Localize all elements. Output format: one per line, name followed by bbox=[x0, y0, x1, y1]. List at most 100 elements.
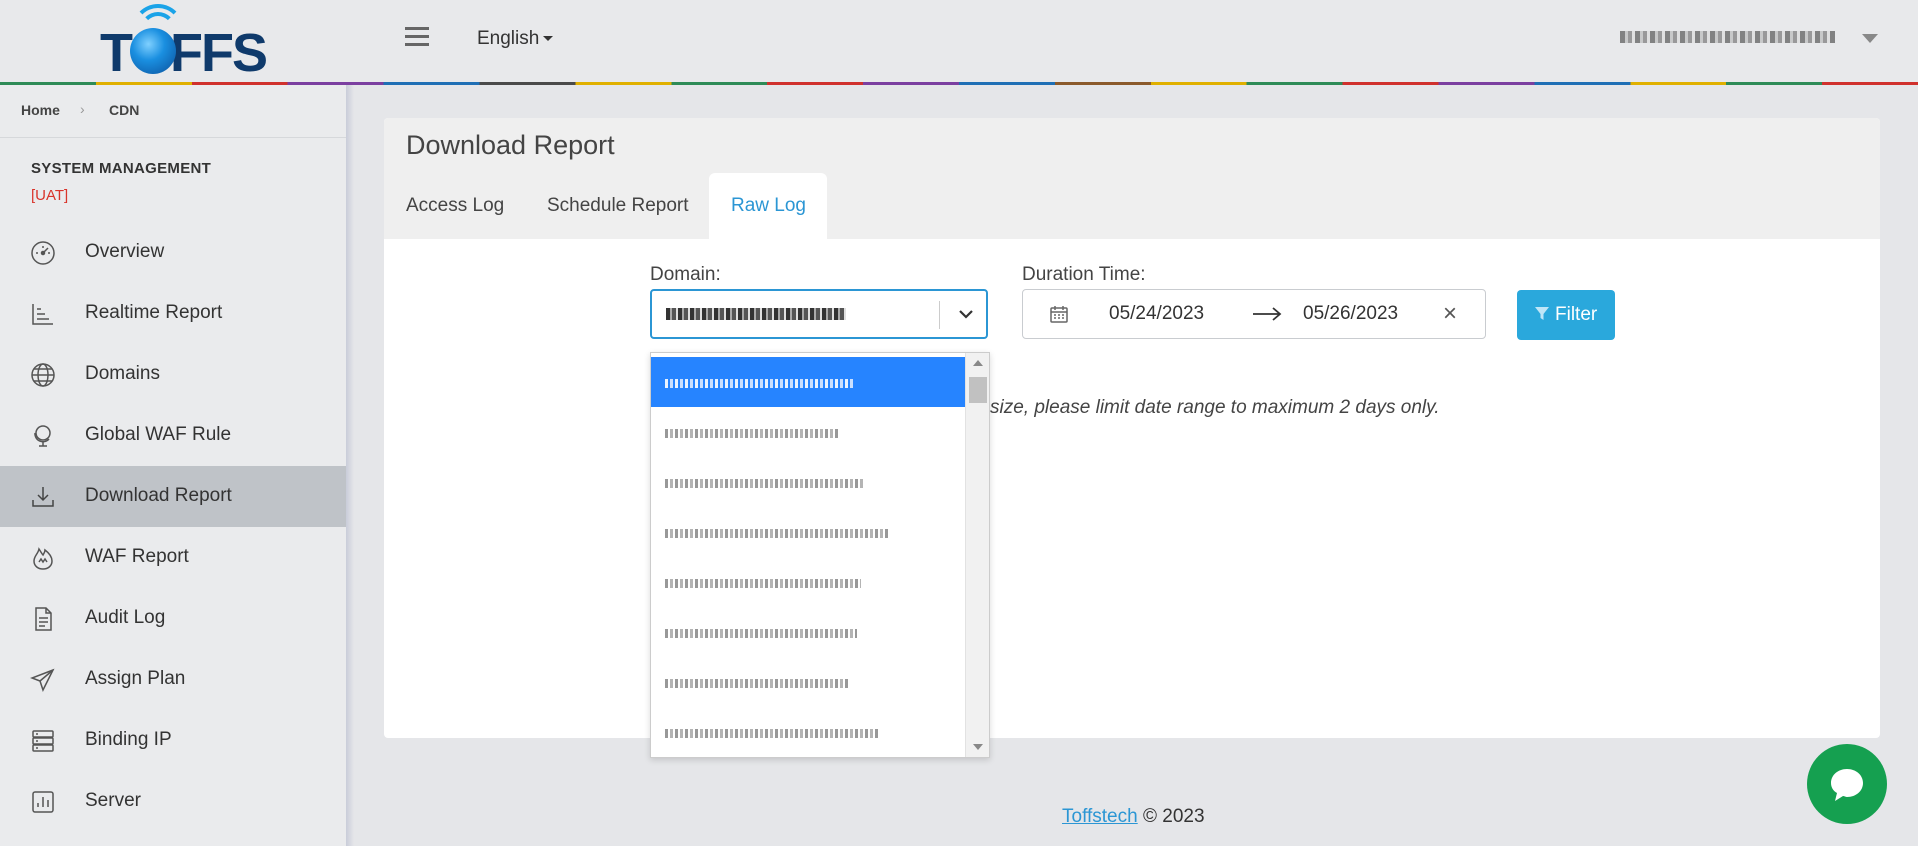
tab-label: Schedule Report bbox=[547, 195, 689, 216]
logo-globe bbox=[130, 28, 176, 74]
scrollbar-thumb[interactable] bbox=[969, 377, 987, 403]
sidebar-item-overview[interactable]: Overview bbox=[0, 222, 346, 283]
calendar-icon bbox=[1050, 306, 1068, 323]
sidebar-item-server[interactable]: Server bbox=[0, 771, 346, 832]
system-title: SYSTEM MANAGEMENT bbox=[31, 160, 212, 177]
domain-option[interactable] bbox=[651, 507, 965, 557]
flame-icon bbox=[33, 547, 53, 570]
sidebar-menu: Overview Realtime Report Domains Global … bbox=[0, 222, 346, 832]
date-range-note: size, please limit date range to maximum… bbox=[990, 397, 1440, 418]
footer-link[interactable]: Toffstech bbox=[1062, 806, 1138, 827]
sidebar-item-global-waf-rule[interactable]: Global WAF Rule bbox=[0, 405, 346, 466]
analytics-icon bbox=[32, 791, 54, 813]
redacted-selected-domain bbox=[666, 308, 846, 320]
globe-stand-icon bbox=[34, 425, 51, 447]
start-date[interactable]: 05/24/2023 bbox=[1109, 303, 1204, 325]
hamburger-menu-icon[interactable] bbox=[405, 27, 429, 51]
sidebar-item-label: Realtime Report bbox=[85, 302, 223, 323]
arrow-right-icon bbox=[1253, 307, 1282, 321]
redacted-domain bbox=[665, 579, 861, 588]
redacted-username bbox=[1620, 31, 1835, 43]
sidebar-item-label: Assign Plan bbox=[85, 668, 186, 689]
document-icon bbox=[35, 607, 52, 631]
tab-access-log[interactable]: Access Log bbox=[384, 173, 508, 239]
language-dropdown[interactable]: English bbox=[477, 28, 554, 50]
domain-option[interactable] bbox=[651, 457, 965, 507]
end-date[interactable]: 05/26/2023 bbox=[1303, 303, 1398, 325]
domain-option[interactable] bbox=[651, 657, 965, 707]
footer-copyright: © 2023 bbox=[1142, 806, 1205, 827]
clear-icon[interactable]: × bbox=[1443, 300, 1457, 328]
sidebar-item-download-report[interactable]: Download Report bbox=[0, 466, 346, 527]
sidebar-item-label: WAF Report bbox=[85, 546, 189, 567]
sidebar-item-assign-plan[interactable]: Assign Plan bbox=[0, 649, 346, 710]
user-menu-caret-icon[interactable] bbox=[1862, 34, 1878, 43]
tab-label: Raw Log bbox=[731, 195, 806, 216]
sidebar: Home › CDN SYSTEM MANAGEMENT [UAT] Overv… bbox=[0, 85, 347, 846]
logo-text: TOFFS bbox=[100, 23, 268, 83]
domain-option[interactable] bbox=[651, 707, 965, 757]
bar-chart-icon bbox=[32, 304, 53, 325]
sidebar-shadow bbox=[346, 85, 354, 846]
sidebar-item-label: Overview bbox=[85, 241, 165, 262]
redacted-domain bbox=[665, 529, 890, 538]
gauge-icon bbox=[31, 241, 55, 265]
domain-option[interactable] bbox=[651, 557, 965, 607]
redacted-domain bbox=[665, 729, 879, 738]
scroll-down-arrow-icon[interactable] bbox=[973, 744, 983, 750]
sidebar-item-label: Binding IP bbox=[85, 729, 172, 750]
top-bar: TOFFS English bbox=[0, 0, 1918, 82]
filter-button[interactable]: Filter bbox=[1517, 290, 1615, 340]
sidebar-item-audit-log[interactable]: Audit Log bbox=[0, 588, 346, 649]
redacted-domain bbox=[665, 679, 848, 688]
card-header: Download Report Access Log Schedule Repo… bbox=[384, 118, 1880, 239]
domain-select[interactable] bbox=[650, 289, 988, 339]
language-label: English bbox=[477, 28, 540, 49]
tab-label: Access Log bbox=[406, 195, 505, 216]
sidebar-item-label: Download Report bbox=[85, 485, 232, 506]
environment-badge: [UAT] bbox=[31, 187, 69, 204]
chevron-right-icon: › bbox=[80, 101, 85, 117]
user-account-name[interactable] bbox=[1620, 30, 1840, 46]
date-range-picker[interactable]: 05/24/2023 05/26/2023 × bbox=[1022, 289, 1486, 339]
paper-plane-icon bbox=[30, 668, 55, 692]
domain-option[interactable] bbox=[651, 607, 965, 657]
tab-schedule-report[interactable]: Schedule Report bbox=[524, 173, 694, 239]
scroll-up-arrow-icon[interactable] bbox=[973, 360, 983, 366]
sidebar-item-label: Audit Log bbox=[85, 607, 166, 628]
domain-option[interactable] bbox=[651, 407, 965, 457]
download-icon bbox=[32, 487, 54, 507]
redacted-domain bbox=[665, 629, 857, 638]
dropdown-scrollbar[interactable] bbox=[965, 353, 989, 757]
chat-button[interactable] bbox=[1807, 744, 1887, 824]
select-divider bbox=[939, 301, 940, 329]
sidebar-item-realtime-report[interactable]: Realtime Report bbox=[0, 283, 346, 344]
chevron-down-icon[interactable] bbox=[956, 304, 976, 324]
report-card: Download Report Access Log Schedule Repo… bbox=[384, 118, 1880, 738]
toffs-logo[interactable]: TOFFS bbox=[100, 4, 268, 80]
sidebar-item-label: Global WAF Rule bbox=[85, 424, 232, 445]
filter-label: Filter bbox=[1555, 304, 1598, 325]
sidebar-item-waf-report[interactable]: WAF Report bbox=[0, 527, 346, 588]
breadcrumb-current: CDN bbox=[109, 102, 140, 118]
page-title: Download Report bbox=[406, 130, 615, 160]
filter-icon bbox=[1535, 307, 1549, 320]
sidebar-item-domains[interactable]: Domains bbox=[0, 344, 346, 405]
footer: Toffstech © 2023 bbox=[1062, 806, 1205, 828]
redacted-domain bbox=[665, 379, 855, 388]
redacted-domain bbox=[665, 429, 840, 438]
domain-option[interactable] bbox=[651, 357, 965, 407]
server-rack-icon bbox=[32, 730, 54, 752]
tab-raw-log[interactable]: Raw Log bbox=[709, 173, 827, 239]
breadcrumb-home[interactable]: Home bbox=[21, 102, 60, 118]
chat-bubble-icon bbox=[1831, 769, 1863, 801]
breadcrumb: Home › CDN bbox=[0, 85, 346, 138]
sidebar-item-binding-ip[interactable]: Binding IP bbox=[0, 710, 346, 771]
domain-label: Domain: bbox=[650, 264, 721, 285]
domain-dropdown-list[interactable] bbox=[650, 352, 990, 758]
sidebar-item-label: Domains bbox=[85, 363, 160, 384]
sidebar-item-label: Server bbox=[85, 790, 141, 811]
caret-down-icon bbox=[543, 36, 554, 42]
redacted-domain bbox=[665, 479, 865, 488]
globe-icon bbox=[31, 363, 55, 387]
